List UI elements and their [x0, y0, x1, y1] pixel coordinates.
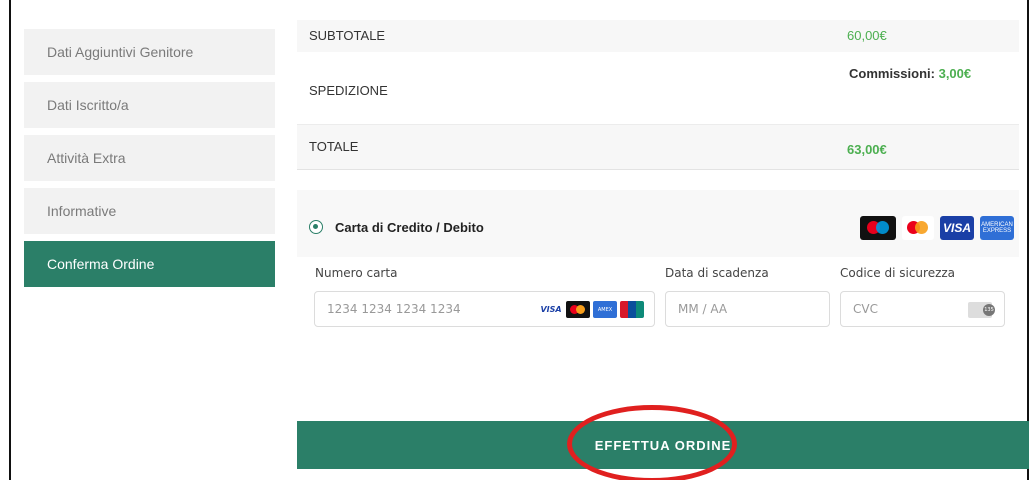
- mastercard-icon: [902, 216, 934, 240]
- payment-method-header[interactable]: Carta di Credito / Debito VISA AMERICAN …: [297, 190, 1019, 257]
- total-value: 63,00€: [847, 142, 887, 157]
- right-border: [1027, 0, 1029, 480]
- spacer: [297, 400, 1019, 421]
- sidebar-item-label: Conferma Ordine: [47, 256, 155, 272]
- expiry-placeholder: MM / AA: [678, 302, 728, 316]
- accepted-cards-logos: VISA AMERICAN EXPRESS: [860, 215, 1014, 241]
- payment-method-label: Carta di Credito / Debito: [335, 220, 484, 235]
- sidebar-item-label: Attività Extra: [47, 150, 126, 166]
- total-row: TOTALE 63,00€: [297, 125, 1019, 170]
- commission-value: 3,00€: [938, 66, 972, 81]
- sidebar-item-label: Informative: [47, 203, 117, 219]
- amex-icon: AMEX: [593, 301, 617, 318]
- payment-method-panel: Carta di Credito / Debito VISA AMERICAN …: [297, 190, 1019, 400]
- subtotal-value: 60,00€: [847, 28, 887, 43]
- credit-card-radio[interactable]: [309, 220, 323, 234]
- card-brand-logos: VISA AMEX: [539, 301, 644, 318]
- place-order-button[interactable]: EFFETTUA ORDINE: [297, 421, 1029, 469]
- mastercard-icon: [566, 301, 590, 318]
- commission-label: Commissioni:: [849, 66, 935, 81]
- sidebar-item-dati-aggiuntivi-genitore[interactable]: Dati Aggiuntivi Genitore: [24, 29, 275, 75]
- subtotal-label: SUBTOTALE: [309, 28, 386, 43]
- commission-text: Commissioni: 3,00€: [849, 66, 971, 81]
- cvc-input[interactable]: CVC: [840, 291, 1005, 327]
- card-number-placeholder: 1234 1234 1234 1234: [327, 302, 461, 316]
- sidebar-item-dati-iscritto[interactable]: Dati Iscritto/a: [24, 82, 275, 128]
- sidebar-item-informative[interactable]: Informative: [24, 188, 275, 234]
- shipping-row: SPEDIZIONE Commissioni: 3,00€: [297, 52, 1019, 125]
- card-number-input[interactable]: 1234 1234 1234 1234 VISA AMEX: [314, 291, 655, 327]
- left-border: [9, 0, 11, 480]
- cvc-placeholder: CVC: [853, 302, 878, 316]
- sidebar-item-conferma-ordine[interactable]: Conferma Ordine: [24, 241, 275, 287]
- unionpay-icon: [620, 301, 644, 318]
- sidebar-item-attivita-extra[interactable]: Attività Extra: [24, 135, 275, 181]
- visa-icon: VISA: [539, 301, 563, 318]
- shipping-label: SPEDIZIONE: [309, 83, 388, 98]
- card-form: Numero carta 1234 1234 1234 1234 VISA AM…: [297, 257, 1019, 400]
- cvc-label: Codice di sicurezza: [840, 266, 956, 280]
- sidebar-item-label: Dati Iscritto/a: [47, 97, 129, 113]
- expiry-label: Data di scadenza: [665, 266, 769, 280]
- card-number-label: Numero carta: [315, 266, 398, 280]
- visa-icon: VISA: [940, 216, 974, 240]
- place-order-label: EFFETTUA ORDINE: [594, 437, 732, 453]
- cvc-card-icon: [968, 302, 995, 318]
- total-label: TOTALE: [309, 139, 359, 154]
- amex-icon: AMERICAN EXPRESS: [980, 216, 1014, 240]
- maestro-icon: [860, 216, 896, 240]
- subtotal-row: SUBTOTALE 60,00€: [297, 20, 1019, 52]
- sidebar-item-label: Dati Aggiuntivi Genitore: [47, 44, 194, 60]
- expiry-input[interactable]: MM / AA: [665, 291, 830, 327]
